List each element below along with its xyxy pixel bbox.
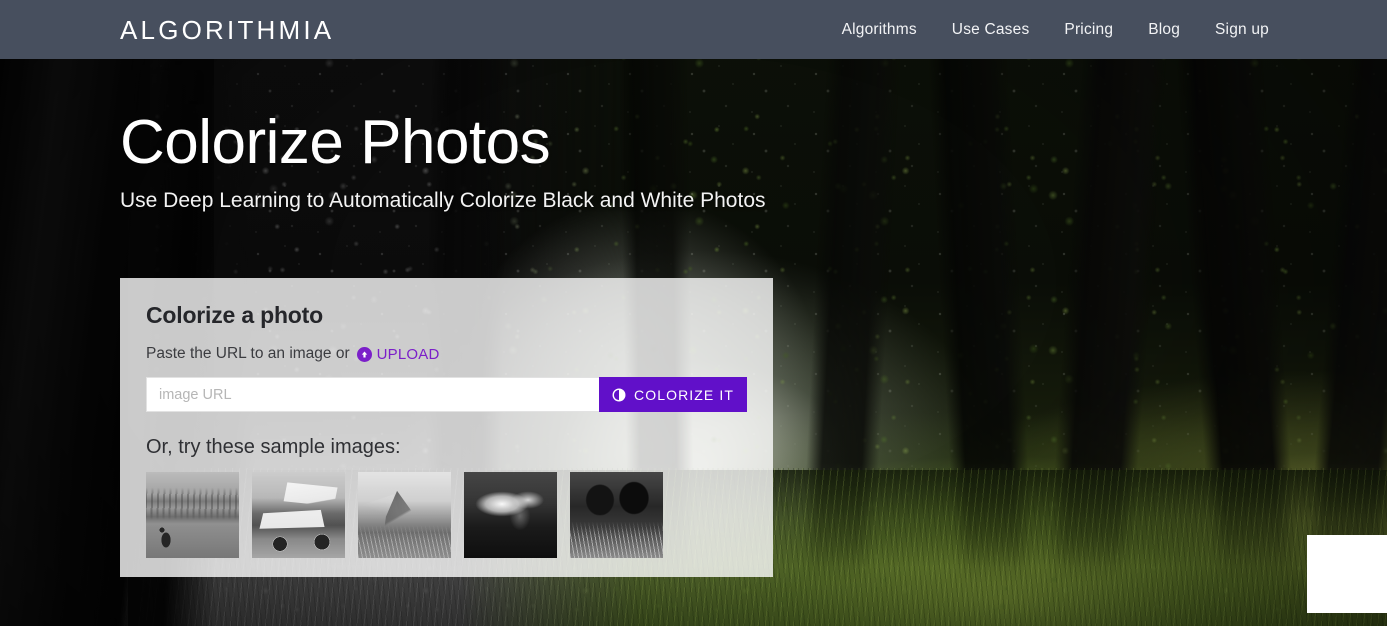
hero-text-block: Colorize Photos Use Deep Learning to Aut… <box>120 112 766 214</box>
card-instruction-text: Paste the URL to an image or <box>146 345 350 362</box>
sample-thumbnail-2[interactable] <box>252 472 345 558</box>
card-instruction-row: Paste the URL to an image or UPLOAD <box>146 345 747 363</box>
page-root: ALGORITHMIA Algorithms Use Cases Pricing… <box>0 0 1387 626</box>
page-subtitle: Use Deep Learning to Automatically Color… <box>120 189 766 212</box>
site-header: ALGORITHMIA Algorithms Use Cases Pricing… <box>0 0 1387 59</box>
colorize-button-label: COLORIZE IT <box>634 386 734 403</box>
thumb4-layer-smoke <box>464 472 557 558</box>
nav-item-algorithms[interactable]: Algorithms <box>842 21 917 39</box>
main-navigation: Algorithms Use Cases Pricing Blog Sign u… <box>842 21 1269 39</box>
colorize-form: COLORIZE IT <box>146 377 747 412</box>
page-title: Colorize Photos <box>120 108 551 177</box>
nav-item-blog[interactable]: Blog <box>1148 21 1180 39</box>
logo-text: ALGORITHMIA <box>120 14 335 45</box>
sample-thumbnail-1[interactable] <box>146 472 239 558</box>
thumb1-layer-bird <box>146 472 239 558</box>
nav-item-pricing[interactable]: Pricing <box>1064 21 1113 39</box>
chat-widget-placeholder[interactable] <box>1307 535 1387 613</box>
thumb5-layer-grass <box>570 472 663 558</box>
nav-item-sign-up[interactable]: Sign up <box>1215 21 1269 39</box>
upload-link[interactable]: UPLOAD <box>356 345 440 363</box>
sample-thumbnail-3[interactable] <box>358 472 451 558</box>
contrast-circle-icon <box>612 388 626 401</box>
upload-circle-icon <box>356 346 372 362</box>
thumb3-layer-scrub <box>358 472 451 558</box>
thumb2-layer-wheels <box>252 472 345 558</box>
algorithmia-logo[interactable]: ALGORITHMIA <box>120 17 334 43</box>
sample-thumbnail-4[interactable] <box>464 472 557 558</box>
card-heading: Colorize a photo <box>146 302 323 328</box>
sample-thumbnail-5[interactable] <box>570 472 663 558</box>
colorize-card: Colorize a photo Paste the URL to an ima… <box>120 278 773 577</box>
colorize-it-button[interactable]: COLORIZE IT <box>599 377 747 412</box>
upload-label: UPLOAD <box>376 345 440 363</box>
samples-heading: Or, try these sample images: <box>146 436 401 458</box>
image-url-input[interactable] <box>146 377 599 412</box>
sample-images-list <box>146 472 747 558</box>
nav-item-use-cases[interactable]: Use Cases <box>952 21 1030 39</box>
